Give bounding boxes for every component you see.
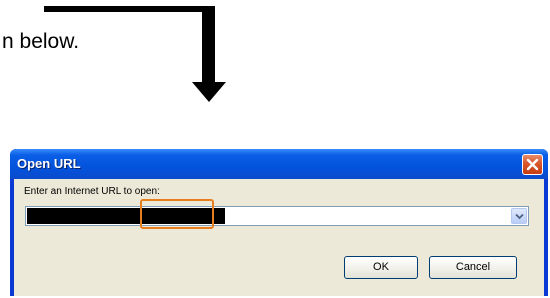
url-combobox[interactable] bbox=[25, 199, 529, 229]
ok-button[interactable]: OK bbox=[344, 256, 418, 279]
arrow-horizontal-line bbox=[44, 6, 215, 12]
chevron-down-icon bbox=[515, 213, 524, 220]
close-icon bbox=[526, 158, 539, 171]
highlight-outline bbox=[140, 199, 214, 229]
instruction-text: n below. bbox=[2, 30, 80, 53]
arrow-down-icon bbox=[192, 82, 226, 102]
url-prompt-label: Enter an Internet URL to open: bbox=[24, 186, 160, 197]
url-dropdown-button[interactable] bbox=[511, 208, 527, 224]
dialog-client-area: Enter an Internet URL to open: OK Cancel bbox=[14, 179, 544, 296]
arrow-vertical-shaft bbox=[202, 6, 215, 86]
open-url-dialog: Open URL Enter an Internet URL to open: bbox=[10, 149, 548, 296]
dialog-title: Open URL bbox=[17, 156, 81, 171]
close-button[interactable] bbox=[522, 154, 543, 175]
cancel-button[interactable]: Cancel bbox=[429, 256, 517, 279]
dialog-titlebar[interactable]: Open URL bbox=[10, 149, 548, 179]
page: n below. Open URL Enter an Internet URL … bbox=[0, 0, 550, 298]
